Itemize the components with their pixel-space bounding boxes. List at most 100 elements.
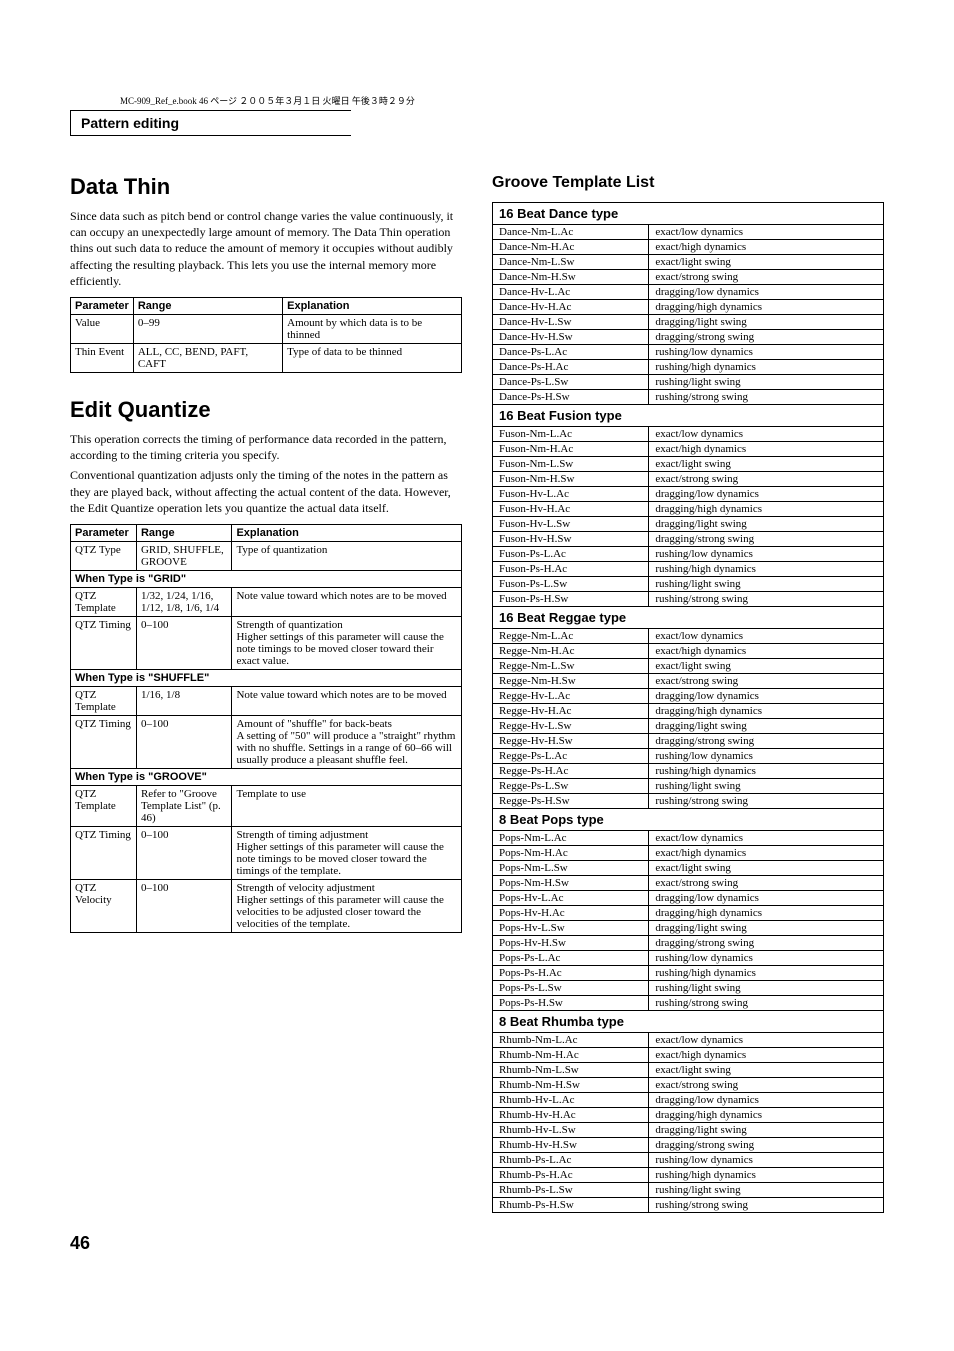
groove-name-cell: Pops-Hv-H.Ac <box>493 906 649 921</box>
groove-desc-cell: dragging/high dynamics <box>649 1108 884 1123</box>
groove-name-cell: Fuson-Ps-H.Ac <box>493 562 649 577</box>
groove-row: Dance-Ps-L.Acrushing/low dynamics <box>493 345 884 360</box>
groove-template-table: 16 Beat Dance typeDance-Nm-L.Acexact/low… <box>492 202 884 1213</box>
groove-desc-cell: dragging/strong swing <box>649 532 884 547</box>
groove-name-cell: Fuson-Ps-L.Ac <box>493 547 649 562</box>
cell: ALL, CC, BEND, PAFT, CAFT <box>133 343 282 372</box>
groove-name-cell: Fuson-Nm-L.Ac <box>493 427 649 442</box>
groove-name-cell: Rhumb-Hv-L.Sw <box>493 1123 649 1138</box>
groove-desc-cell: rushing/strong swing <box>649 794 884 809</box>
cell: 0–100 <box>136 826 232 879</box>
groove-desc-cell: exact/strong swing <box>649 472 884 487</box>
groove-row: Dance-Nm-H.Swexact/strong swing <box>493 270 884 285</box>
groove-name-cell: Rhumb-Ps-H.Sw <box>493 1198 649 1213</box>
groove-name-cell: Pops-Ps-L.Sw <box>493 981 649 996</box>
groove-desc-cell: dragging/strong swing <box>649 330 884 345</box>
groove-name-cell: Pops-Hv-H.Sw <box>493 936 649 951</box>
groove-template-list-title: Groove Template List <box>492 174 884 192</box>
groove-name-cell: Fuson-Hv-H.Ac <box>493 502 649 517</box>
page-meta-text: MC-909_Ref_e.book 46 ページ ２００５年３月１日 火曜日 午… <box>120 94 415 107</box>
groove-row: Rhumb-Ps-H.Acrushing/high dynamics <box>493 1168 884 1183</box>
groove-desc-cell: rushing/low dynamics <box>649 547 884 562</box>
groove-desc-cell: dragging/light swing <box>649 719 884 734</box>
groove-row: Pops-Hv-H.Swdragging/strong swing <box>493 936 884 951</box>
groove-row: Rhumb-Hv-L.Acdragging/low dynamics <box>493 1093 884 1108</box>
sub-header: When Type is "GRID" <box>71 570 462 587</box>
groove-desc-cell: rushing/light swing <box>649 779 884 794</box>
groove-desc-cell: rushing/light swing <box>649 1183 884 1198</box>
groove-name-cell: Regge-Nm-L.Ac <box>493 629 649 644</box>
groove-row: Rhumb-Ps-H.Swrushing/strong swing <box>493 1198 884 1213</box>
sub-header: When Type is "GROOVE" <box>71 768 462 785</box>
col-header: Range <box>136 524 232 541</box>
groove-desc-cell: exact/high dynamics <box>649 240 884 255</box>
cell: QTZ Type <box>71 541 137 570</box>
groove-desc-cell: rushing/strong swing <box>649 1198 884 1213</box>
table-row: QTZ Template 1/32, 1/24, 1/16, 1/12, 1/8… <box>71 587 462 616</box>
groove-row: Regge-Nm-L.Swexact/light swing <box>493 659 884 674</box>
groove-name-cell: Fuson-Hv-H.Sw <box>493 532 649 547</box>
table-subheader-row: When Type is "SHUFFLE" <box>71 669 462 686</box>
edit-quantize-table: Parameter Range Explanation QTZ Type GRI… <box>70 524 462 933</box>
cell: Type of data to be thinned <box>283 343 462 372</box>
groove-name-cell: Dance-Hv-L.Ac <box>493 285 649 300</box>
groove-name-cell: Pops-Nm-H.Ac <box>493 846 649 861</box>
groove-name-cell: Dance-Ps-L.Ac <box>493 345 649 360</box>
groove-desc-cell: exact/strong swing <box>649 1078 884 1093</box>
groove-desc-cell: exact/high dynamics <box>649 846 884 861</box>
groove-row: Regge-Hv-L.Swdragging/light swing <box>493 719 884 734</box>
groove-desc-cell: dragging/low dynamics <box>649 285 884 300</box>
groove-row: Regge-Nm-H.Swexact/strong swing <box>493 674 884 689</box>
cell: 0–99 <box>133 314 282 343</box>
groove-desc-cell: exact/high dynamics <box>649 644 884 659</box>
groove-name-cell: Dance-Hv-H.Sw <box>493 330 649 345</box>
cell: 1/32, 1/24, 1/16, 1/12, 1/8, 1/6, 1/4 <box>136 587 232 616</box>
groove-row: Rhumb-Nm-L.Swexact/light swing <box>493 1063 884 1078</box>
groove-row: Dance-Nm-L.Acexact/low dynamics <box>493 225 884 240</box>
cell: Amount of "shuffle" for back-beats A set… <box>232 715 462 768</box>
groove-name-cell: Fuson-Hv-L.Sw <box>493 517 649 532</box>
groove-desc-cell: dragging/low dynamics <box>649 891 884 906</box>
groove-row: Pops-Nm-H.Acexact/high dynamics <box>493 846 884 861</box>
groove-name-cell: Fuson-Nm-H.Ac <box>493 442 649 457</box>
groove-name-cell: Regge-Ps-L.Sw <box>493 779 649 794</box>
groove-group-header: 16 Beat Reggae type <box>493 607 884 629</box>
groove-name-cell: Rhumb-Nm-L.Ac <box>493 1033 649 1048</box>
col-header: Parameter <box>71 297 134 314</box>
groove-desc-cell: rushing/high dynamics <box>649 1168 884 1183</box>
col-header: Explanation <box>232 524 462 541</box>
groove-name-cell: Rhumb-Hv-H.Sw <box>493 1138 649 1153</box>
cell: Strength of velocity adjustment Higher s… <box>232 879 462 932</box>
groove-name-cell: Regge-Hv-L.Sw <box>493 719 649 734</box>
data-thin-intro: Since data such as pitch bend or control… <box>70 208 462 289</box>
groove-name-cell: Fuson-Nm-H.Sw <box>493 472 649 487</box>
groove-name-cell: Fuson-Hv-L.Ac <box>493 487 649 502</box>
groove-row: Fuson-Hv-H.Swdragging/strong swing <box>493 532 884 547</box>
groove-row: Regge-Nm-L.Acexact/low dynamics <box>493 629 884 644</box>
groove-row: Dance-Ps-H.Acrushing/high dynamics <box>493 360 884 375</box>
groove-row: Rhumb-Hv-H.Acdragging/high dynamics <box>493 1108 884 1123</box>
groove-desc-cell: exact/high dynamics <box>649 442 884 457</box>
groove-group-header: 8 Beat Rhumba type <box>493 1011 884 1033</box>
sub-header: When Type is "SHUFFLE" <box>71 669 462 686</box>
groove-desc-cell: exact/light swing <box>649 255 884 270</box>
groove-name-cell: Rhumb-Hv-L.Ac <box>493 1093 649 1108</box>
groove-name-cell: Pops-Hv-L.Sw <box>493 921 649 936</box>
groove-desc-cell: exact/strong swing <box>649 674 884 689</box>
groove-row: Regge-Hv-H.Acdragging/high dynamics <box>493 704 884 719</box>
groove-name-cell: Rhumb-Ps-H.Ac <box>493 1168 649 1183</box>
col-header: Explanation <box>283 297 462 314</box>
groove-desc-cell: rushing/high dynamics <box>649 562 884 577</box>
groove-name-cell: Rhumb-Ps-L.Sw <box>493 1183 649 1198</box>
groove-row: Regge-Nm-H.Acexact/high dynamics <box>493 644 884 659</box>
groove-desc-cell: exact/light swing <box>649 1063 884 1078</box>
cell: QTZ Timing <box>71 616 137 669</box>
cell: QTZ Template <box>71 587 137 616</box>
groove-group-header-row: 16 Beat Dance type <box>493 203 884 225</box>
groove-name-cell: Rhumb-Nm-H.Sw <box>493 1078 649 1093</box>
groove-row: Regge-Hv-H.Swdragging/strong swing <box>493 734 884 749</box>
groove-name-cell: Rhumb-Hv-H.Ac <box>493 1108 649 1123</box>
groove-desc-cell: rushing/low dynamics <box>649 345 884 360</box>
groove-name-cell: Regge-Nm-H.Ac <box>493 644 649 659</box>
groove-name-cell: Rhumb-Ps-L.Ac <box>493 1153 649 1168</box>
